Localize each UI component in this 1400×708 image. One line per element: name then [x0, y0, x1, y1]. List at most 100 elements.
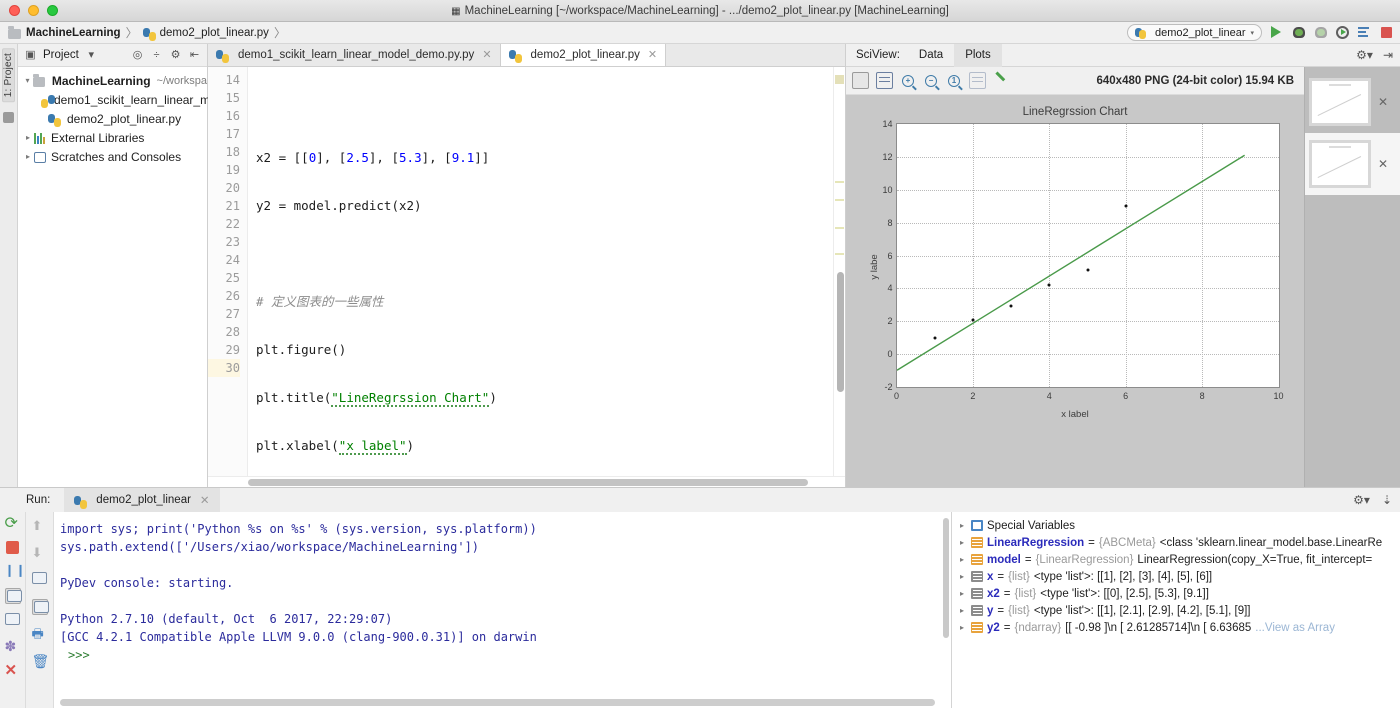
close-icon[interactable]: ✕ — [1378, 157, 1388, 171]
down-arrow-icon[interactable] — [32, 545, 48, 561]
stop-icon[interactable] — [6, 541, 19, 554]
rerun-icon[interactable] — [5, 516, 21, 532]
editor-marker-bar[interactable] — [833, 67, 845, 476]
editor-tab-demo1[interactable]: demo1_scikit_learn_linear_model_demo.py.… — [208, 43, 501, 66]
variable-row-y[interactable]: ▸ y = {list} <type 'list'>: [[1], [2.1],… — [957, 602, 1400, 619]
debug-alt-button[interactable] — [1313, 25, 1328, 40]
close-icon[interactable]: ✕ — [1378, 95, 1388, 109]
variables-panel[interactable]: ▸ Special Variables ▸ LinearRegression =… — [952, 512, 1400, 708]
editor-vertical-scrollbar[interactable] — [837, 272, 844, 392]
export-icon[interactable] — [969, 72, 986, 89]
chevron-down-icon[interactable]: ▾ — [22, 76, 33, 85]
window-controls[interactable] — [0, 5, 58, 16]
variable-row-x[interactable]: ▸ x = {list} <type 'list'>: [[1], [2], [… — [957, 568, 1400, 585]
plot-thumbnail-2[interactable]: ✕ — [1305, 133, 1400, 195]
marker-warning[interactable] — [835, 75, 844, 84]
editor-code[interactable]: x2 = [[0], [2.5], [5.3], [9.1]] y2 = mod… — [248, 67, 833, 476]
debug-button[interactable] — [1291, 25, 1306, 40]
coverage-button[interactable] — [1335, 25, 1350, 40]
maximize-window-button[interactable] — [47, 5, 58, 16]
tree-item-demo2[interactable]: demo2_plot_linear.py — [18, 109, 207, 128]
tab-plots[interactable]: Plots — [954, 43, 1002, 67]
marker-change[interactable] — [835, 227, 844, 229]
close-icon[interactable]: ✕ — [200, 493, 210, 507]
editor-body[interactable]: 14 15 16 17 18 19 20 21 22 23 24 25 26 2… — [208, 67, 845, 476]
chevron-right-icon[interactable]: ▸ — [957, 555, 967, 564]
gear-icon[interactable]: ⚙ — [169, 49, 182, 62]
color-picker-icon[interactable] — [993, 73, 1008, 88]
close-icon[interactable]: ✕ — [648, 48, 657, 61]
breadcrumb-project[interactable]: MachineLearning — [26, 27, 121, 39]
sidebar-item-project[interactable]: 1: Project — [2, 48, 15, 103]
show-variables-icon[interactable] — [4, 588, 22, 604]
gear-icon[interactable]: ⚙▾ — [1353, 493, 1370, 507]
pin-icon[interactable] — [5, 638, 21, 654]
chevron-down-icon[interactable]: ▾ — [85, 49, 98, 62]
close-window-button[interactable] — [9, 5, 20, 16]
plot-thumbnail-1[interactable]: ✕ — [1305, 71, 1400, 133]
chevron-right-icon[interactable]: ▸ — [957, 538, 967, 547]
print-icon[interactable] — [32, 626, 48, 642]
console-vertical-scrollbar[interactable] — [943, 518, 949, 638]
editor-gutter[interactable]: 14 15 16 17 18 19 20 21 22 23 24 25 26 2… — [208, 67, 248, 476]
editor-horizontal-scrollbar[interactable] — [248, 479, 808, 486]
editor-tab-demo2[interactable]: demo2_plot_linear.py ✕ — [500, 43, 667, 66]
variable-row-x2[interactable]: ▸ x2 = {list} <type 'list'>: [[0], [2.5]… — [957, 585, 1400, 602]
variable-row-linearregression[interactable]: ▸ LinearRegression = {ABCMeta} <class 's… — [957, 534, 1400, 551]
run-side-toolbar — [0, 512, 26, 708]
variable-name: y2 — [987, 621, 1000, 634]
collapse-all-icon[interactable]: ÷ — [150, 49, 163, 62]
close-icon[interactable]: ✕ — [482, 48, 491, 61]
console-icon[interactable] — [4, 613, 21, 629]
hide-panel-icon[interactable]: ⇥ — [1383, 48, 1393, 62]
project-panel-title[interactable]: Project — [43, 49, 79, 61]
tree-item-external-libraries[interactable]: ▸ External Libraries — [18, 128, 207, 147]
console-output[interactable]: import sys; print('Python %s on %s' % (s… — [54, 512, 952, 708]
gear-icon[interactable]: ⚙▾ — [1356, 48, 1373, 62]
scroll-to-end-icon[interactable] — [31, 599, 49, 615]
actual-size-icon[interactable] — [876, 72, 893, 89]
breadcrumb-file[interactable]: demo2_plot_linear.py — [160, 27, 269, 39]
chevron-right-icon[interactable]: ▸ — [22, 133, 34, 142]
zoom-reset-icon[interactable]: 1 — [948, 74, 960, 87]
run-configuration-selector[interactable]: demo2_plot_linear ▾ — [1126, 24, 1262, 41]
chevron-right-icon[interactable]: ▸ — [957, 623, 967, 632]
console-horizontal-scrollbar[interactable] — [60, 699, 935, 706]
close-icon[interactable] — [5, 663, 21, 679]
plot-canvas-area[interactable]: LineRegrssion Chart y labe x label 0 2 4 6 8… — [846, 95, 1304, 487]
tree-item-machinelearning[interactable]: ▾ MachineLearning ~/workspa — [18, 71, 207, 90]
marker-change[interactable] — [835, 199, 844, 201]
up-arrow-icon[interactable] — [32, 518, 48, 534]
hide-panel-icon[interactable]: ⇣ — [1382, 493, 1392, 507]
profile-button[interactable] — [1357, 25, 1372, 40]
variable-row-y2[interactable]: ▸ y2 = {ndarray} [[ -0.98 ]\n [ 2.612857… — [957, 619, 1400, 636]
chevron-right-icon[interactable]: ▸ — [957, 572, 967, 581]
fit-image-icon[interactable] — [852, 72, 869, 89]
zoom-in-icon[interactable]: + — [902, 74, 914, 87]
soft-wrap-icon[interactable] — [31, 572, 48, 588]
marker-change[interactable] — [835, 253, 844, 255]
zoom-out-icon[interactable]: − — [925, 74, 937, 87]
stop-button[interactable] — [1379, 25, 1394, 40]
marker-change[interactable] — [835, 181, 844, 183]
chevron-right-icon[interactable]: ▸ — [957, 606, 967, 615]
variable-row-special[interactable]: ▸ Special Variables — [957, 517, 1400, 534]
chevron-right-icon[interactable]: ▸ — [957, 589, 967, 598]
linear-regression-chart[interactable]: LineRegrssion Chart y labe x label 0 2 4 6 8… — [857, 103, 1293, 430]
tab-data[interactable]: Data — [908, 44, 954, 67]
view-as-array-link[interactable]: ...View as Array — [1255, 622, 1335, 634]
variable-row-model[interactable]: ▸ model = {LinearRegression} LinearRegre… — [957, 551, 1400, 568]
pause-icon[interactable] — [5, 563, 21, 579]
editor-horizontal-scroll-area[interactable] — [208, 476, 845, 487]
run-button[interactable] — [1269, 25, 1284, 40]
structure-strip-icon[interactable] — [3, 112, 14, 124]
trash-icon[interactable] — [32, 653, 48, 669]
minimize-window-button[interactable] — [28, 5, 39, 16]
chevron-right-icon[interactable]: ▸ — [22, 152, 34, 161]
chevron-right-icon[interactable]: ▸ — [957, 521, 967, 530]
tree-item-scratches[interactable]: ▸ Scratches and Consoles — [18, 147, 207, 166]
run-tab-demo2[interactable]: demo2_plot_linear ✕ — [64, 488, 220, 512]
target-icon[interactable]: ◎ — [131, 49, 144, 62]
tree-item-demo1[interactable]: demo1_scikit_learn_linear_m — [18, 90, 210, 109]
hide-panel-icon[interactable]: ⇤ — [188, 49, 201, 62]
